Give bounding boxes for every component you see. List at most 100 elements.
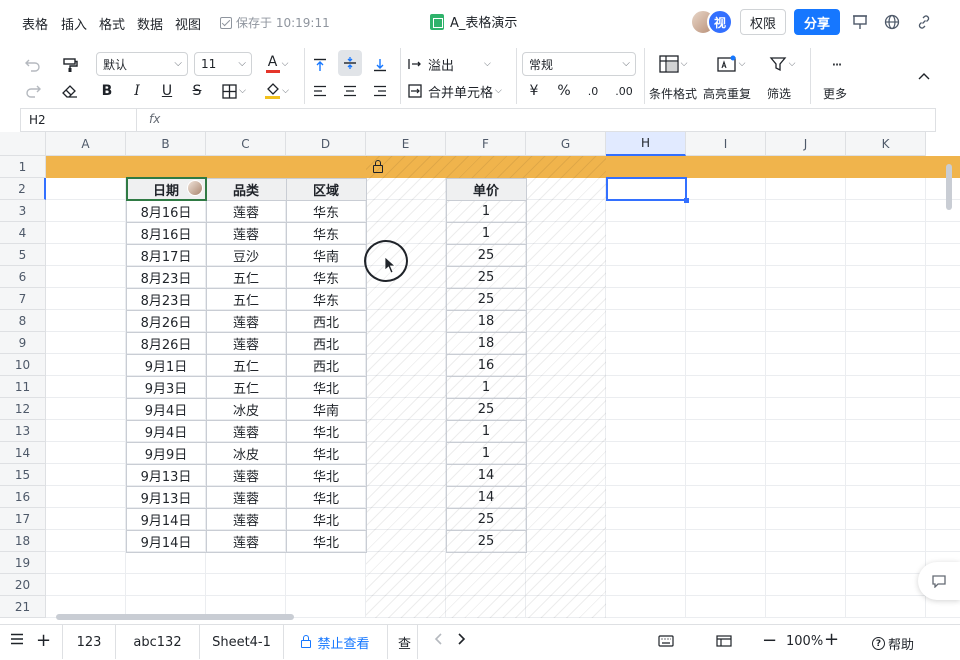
- column-header-h[interactable]: H: [606, 132, 686, 156]
- currency-icon[interactable]: ¥: [524, 80, 544, 102]
- filter-button[interactable]: ⌵: [762, 52, 802, 76]
- sheet-list-icon[interactable]: [10, 633, 24, 645]
- column-header-a[interactable]: A: [46, 132, 126, 156]
- row-header-4[interactable]: 4: [0, 222, 46, 244]
- table-cell-category[interactable]: 莲蓉: [206, 486, 286, 508]
- permission-button[interactable]: 权限: [740, 9, 786, 35]
- percent-icon[interactable]: %: [554, 80, 574, 102]
- table-cell-region[interactable]: 华北: [286, 508, 366, 530]
- merge-cells-select[interactable]: 合并单元格 ⌵: [408, 80, 512, 102]
- table-cell-date[interactable]: 8月17日: [126, 244, 206, 266]
- row-header-12[interactable]: 12: [0, 398, 46, 420]
- tab-search[interactable]: 查: [388, 625, 418, 659]
- zoom-level[interactable]: 100%: [786, 634, 823, 649]
- column-header-e[interactable]: E: [366, 132, 446, 156]
- align-top-icon[interactable]: [310, 54, 330, 76]
- tab-sheet4-1[interactable]: Sheet4-1: [200, 625, 284, 659]
- comment-button[interactable]: [918, 562, 960, 600]
- table-cell-category[interactable]: 莲蓉: [206, 310, 286, 332]
- table-cell-date[interactable]: 9月13日: [126, 486, 206, 508]
- column-header-d[interactable]: D: [286, 132, 366, 156]
- table-cell-date[interactable]: 9月9日: [126, 442, 206, 464]
- row-header-14[interactable]: 14: [0, 442, 46, 464]
- table-cell-price[interactable]: 1: [446, 420, 526, 442]
- bold-icon[interactable]: B: [96, 80, 118, 102]
- collapse-toolbar-icon[interactable]: [912, 66, 936, 86]
- row-header-5[interactable]: 5: [0, 244, 46, 266]
- table-cell-price[interactable]: 25: [446, 398, 526, 420]
- table-cell-price[interactable]: 25: [446, 530, 526, 552]
- highlight-duplicates-button[interactable]: ⌵: [708, 52, 754, 76]
- table-cell-category[interactable]: 五仁: [206, 376, 286, 398]
- column-header-b[interactable]: B: [126, 132, 206, 156]
- column-header-g[interactable]: G: [526, 132, 606, 156]
- align-center-icon[interactable]: [340, 80, 360, 102]
- row-header-6[interactable]: 6: [0, 266, 46, 288]
- table-cell-price[interactable]: 1: [446, 376, 526, 398]
- redo-icon[interactable]: [22, 80, 44, 102]
- table-cell-price[interactable]: 18: [446, 310, 526, 332]
- table-cell-category[interactable]: 莲蓉: [206, 420, 286, 442]
- table-cell-region[interactable]: 华北: [286, 420, 366, 442]
- row-header-21[interactable]: 21: [0, 596, 46, 618]
- align-left-icon[interactable]: [310, 80, 330, 102]
- table-cell-date[interactable]: 9月3日: [126, 376, 206, 398]
- table-cell-region[interactable]: 华南: [286, 398, 366, 420]
- filter-label[interactable]: 筛选: [767, 85, 791, 102]
- table-cell-date[interactable]: 8月16日: [126, 200, 206, 222]
- align-right-icon[interactable]: [370, 80, 390, 102]
- table-cell-region[interactable]: 华东: [286, 200, 366, 222]
- table-cell-date[interactable]: 8月26日: [126, 332, 206, 354]
- row-header-2[interactable]: 2: [0, 178, 46, 200]
- table-cell-price[interactable]: 16: [446, 354, 526, 376]
- strikethrough-icon[interactable]: S: [186, 80, 208, 102]
- more-label[interactable]: 更多: [823, 85, 847, 102]
- table-cell-price[interactable]: 14: [446, 464, 526, 486]
- underline-icon[interactable]: U: [156, 80, 178, 102]
- table-cell-region[interactable]: 华东: [286, 266, 366, 288]
- table-cell-region[interactable]: 华北: [286, 530, 366, 552]
- row-header-15[interactable]: 15: [0, 464, 46, 486]
- table-cell-date[interactable]: 9月14日: [126, 508, 206, 530]
- table-cell-category[interactable]: 冰皮: [206, 442, 286, 464]
- document-title[interactable]: A_表格演示: [430, 12, 517, 31]
- table-cell-region[interactable]: 华北: [286, 376, 366, 398]
- menu-view[interactable]: 视图: [175, 14, 201, 33]
- table-cell-date[interactable]: 9月4日: [126, 420, 206, 442]
- menu-format[interactable]: 格式: [99, 14, 125, 33]
- presentation-icon[interactable]: [850, 12, 870, 32]
- select-all-corner[interactable]: [0, 132, 46, 156]
- row-header-13[interactable]: 13: [0, 420, 46, 442]
- table-cell-date[interactable]: 8月26日: [126, 310, 206, 332]
- share-button[interactable]: 分享: [794, 9, 840, 35]
- border-button[interactable]: ⌵: [216, 80, 252, 102]
- table-cell-price[interactable]: 1: [446, 442, 526, 464]
- table-cell-date[interactable]: 8月23日: [126, 266, 206, 288]
- increase-decimal-icon[interactable]: .00: [612, 80, 636, 102]
- table-cell-price[interactable]: 25: [446, 508, 526, 530]
- link-icon[interactable]: [914, 12, 934, 32]
- conditional-format-button[interactable]: ⌵: [650, 52, 696, 76]
- italic-icon[interactable]: I: [126, 80, 148, 102]
- decrease-decimal-icon[interactable]: .0: [582, 80, 604, 102]
- fill-handle[interactable]: [684, 198, 689, 203]
- table-cell-date[interactable]: 8月16日: [126, 222, 206, 244]
- table-cell-region[interactable]: 华北: [286, 442, 366, 464]
- vertical-scrollbar[interactable]: [946, 164, 952, 210]
- fill-color-button[interactable]: ⌵: [258, 80, 296, 102]
- table-cell-date[interactable]: 9月13日: [126, 464, 206, 486]
- table-cell-category[interactable]: 莲蓉: [206, 332, 286, 354]
- highlight-duplicates-label[interactable]: 高亮重复: [703, 85, 751, 102]
- row-header-19[interactable]: 19: [0, 552, 46, 574]
- row-header-20[interactable]: 20: [0, 574, 46, 596]
- tab-no-view[interactable]: 禁止查看: [284, 625, 388, 659]
- globe-icon[interactable]: [882, 12, 902, 32]
- font-name-select[interactable]: 默认 ⌵: [96, 52, 188, 76]
- table-cell-date[interactable]: 9月1日: [126, 354, 206, 376]
- table-cell-category[interactable]: 五仁: [206, 288, 286, 310]
- column-header-j[interactable]: J: [766, 132, 846, 156]
- table-cell-region[interactable]: 西北: [286, 310, 366, 332]
- row-header-18[interactable]: 18: [0, 530, 46, 552]
- overflow-select[interactable]: 溢出 ⌵: [408, 52, 508, 76]
- formula-input[interactable]: fx: [136, 108, 936, 132]
